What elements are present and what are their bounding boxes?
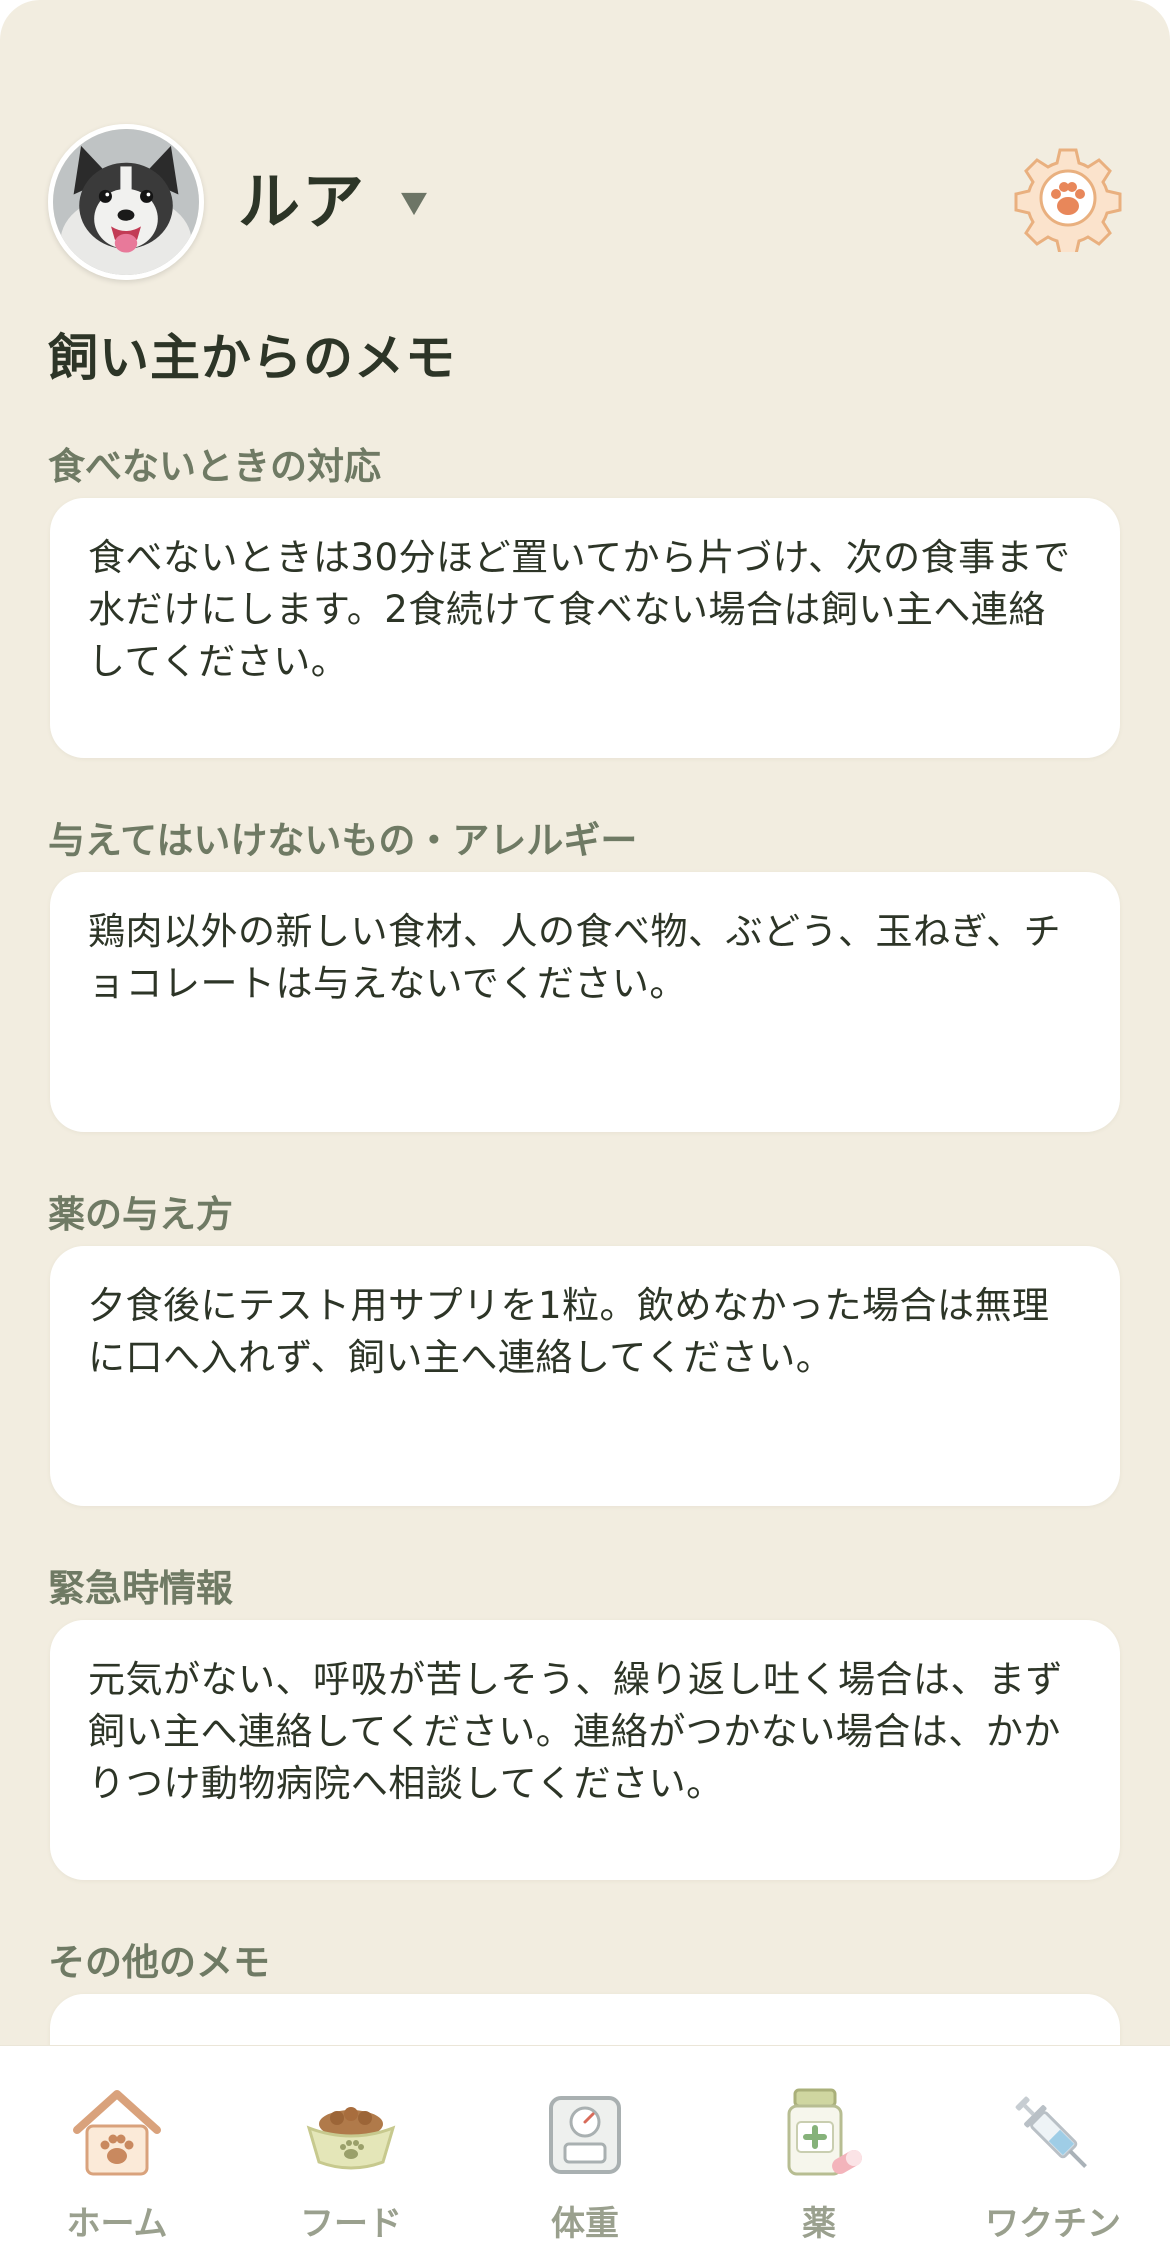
nav-label-food: フード bbox=[300, 2204, 402, 2244]
memo-card-medicine: 夕食後にテスト用サプリを1粒。飲めなかった場合は無理に口へ入れず、飼い主へ連絡し… bbox=[50, 1246, 1120, 1506]
settings-button[interactable] bbox=[1014, 144, 1122, 256]
memo-text-not-eating: 食べないときは30分ほど置いてから片づけ、次の食事まで水だけにします。2食続けて… bbox=[88, 536, 1071, 683]
pet-header: ルア bbox=[48, 124, 1122, 280]
nav-label-vaccine: ワクチン bbox=[985, 2204, 1121, 2244]
triangle-down-icon bbox=[401, 192, 427, 216]
dog-photo-icon bbox=[53, 129, 199, 275]
bottom-nav: ホーム フード 体重 薬 ワクチン bbox=[0, 2045, 1170, 2250]
food-bowl-icon bbox=[306, 2107, 396, 2170]
nav-label-medicine: 薬 bbox=[802, 2204, 836, 2244]
memo-card-forbidden-foods: 鶏肉以外の新しい食材、人の食べ物、ぶどう、玉ねぎ、チョコレートは与えないでくださ… bbox=[50, 872, 1120, 1132]
memo-text-emergency: 元気がない、呼吸が苦しそう、繰り返し吐く場合は、まず飼い主へ連絡してください。連… bbox=[88, 1658, 1063, 1805]
nav-item-food[interactable]: フード bbox=[234, 2046, 468, 2250]
section-label-not-eating: 食べないときの対応 bbox=[48, 445, 381, 488]
nav-label-home: ホーム bbox=[66, 2204, 168, 2244]
nav-item-home[interactable]: ホーム bbox=[0, 2046, 234, 2250]
paw-gear-icon bbox=[1014, 148, 1122, 256]
app-screen: ルア 飼い主からのメモ 食べないときの対応 食べないときは30分ほど置いてから片… bbox=[0, 0, 1170, 2250]
memo-text-forbidden-foods: 鶏肉以外の新しい食材、人の食べ物、ぶどう、玉ねぎ、チョコレートは与えないでくださ… bbox=[88, 910, 1062, 1005]
pet-name[interactable]: ルア bbox=[238, 162, 366, 242]
memo-card-not-eating: 食べないときは30分ほど置いてから片づけ、次の食事まで水だけにします。2食続けて… bbox=[50, 498, 1120, 758]
nav-label-weight: 体重 bbox=[551, 2204, 619, 2244]
medicine-bottle-icon bbox=[787, 2088, 862, 2176]
scale-icon bbox=[549, 2096, 621, 2174]
nav-item-vaccine[interactable]: ワクチン bbox=[936, 2046, 1170, 2250]
section-label-other: その他のメモ bbox=[48, 1941, 270, 1984]
syringe-icon bbox=[1015, 2096, 1087, 2168]
page-title: 飼い主からのメモ bbox=[48, 329, 456, 387]
memo-text-medicine: 夕食後にテスト用サプリを1粒。飲めなかった場合は無理に口へ入れず、飼い主へ連絡し… bbox=[88, 1284, 1050, 1379]
nav-item-weight[interactable]: 体重 bbox=[468, 2046, 702, 2250]
section-label-forbidden-foods: 与えてはいけないもの・アレルギー bbox=[48, 819, 638, 862]
nav-item-medicine[interactable]: 薬 bbox=[702, 2046, 936, 2250]
section-label-medicine: 薬の与え方 bbox=[48, 1193, 233, 1236]
memo-card-emergency: 元気がない、呼吸が苦しそう、繰り返し吐く場合は、まず飼い主へ連絡してください。連… bbox=[50, 1620, 1120, 1880]
section-label-emergency: 緊急時情報 bbox=[48, 1567, 233, 1610]
house-paw-icon bbox=[73, 2090, 161, 2176]
pet-avatar[interactable] bbox=[48, 124, 204, 280]
pet-switch-dropdown[interactable] bbox=[394, 184, 434, 224]
